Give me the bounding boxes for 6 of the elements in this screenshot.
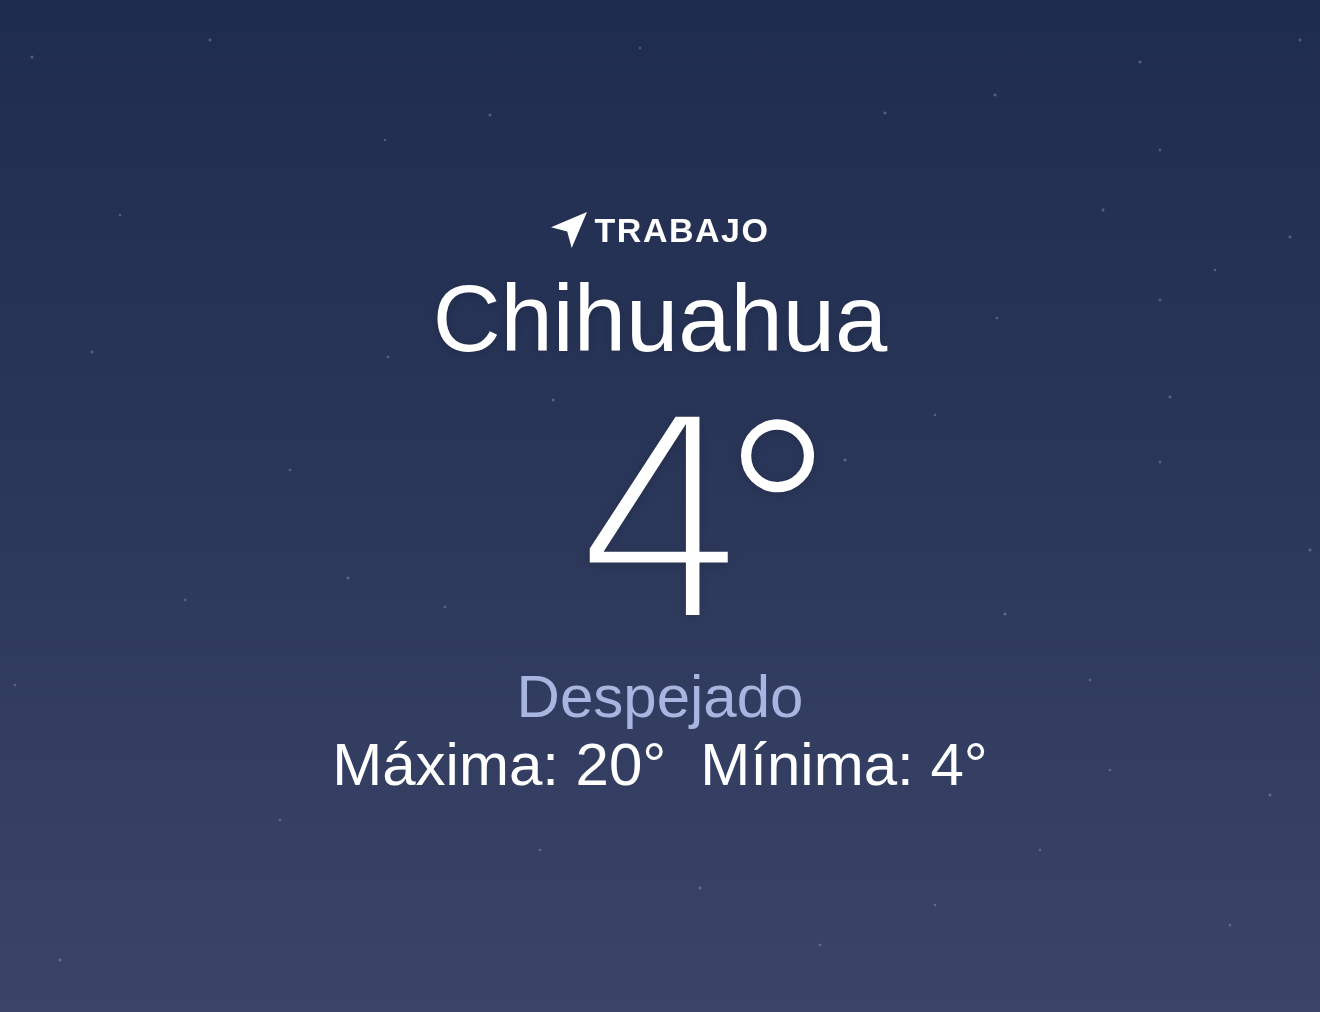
location-arrow-icon <box>550 212 587 248</box>
city-name: Chihuahua <box>432 267 888 371</box>
weather-condition: Despejado <box>516 664 804 731</box>
high-temperature: Máxima: 20° <box>332 732 667 799</box>
low-temperature: Mínima: 4° <box>700 732 988 799</box>
location-label: TRABAJO <box>594 213 770 247</box>
